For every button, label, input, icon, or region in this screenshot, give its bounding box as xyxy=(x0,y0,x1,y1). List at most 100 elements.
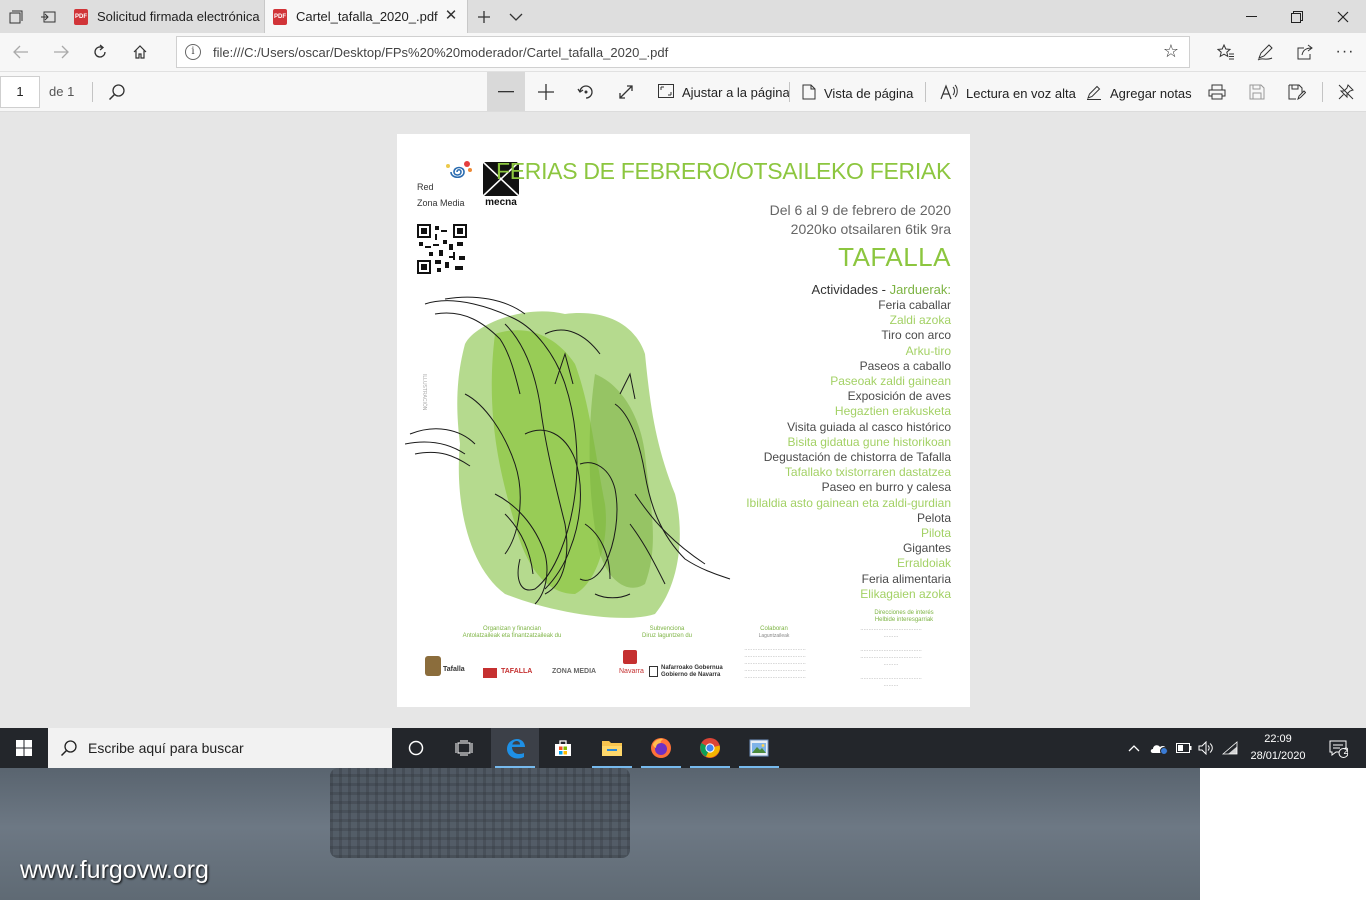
web-note-pen-icon[interactable] xyxy=(1250,37,1280,67)
search-icon xyxy=(60,740,77,757)
tab-cartel-pdf[interactable]: PDF Cartel_tafalla_2020_.pdf ✕ xyxy=(264,0,468,33)
taskbar-clock[interactable]: 22:09 28/01/2020 xyxy=(1240,731,1316,765)
page-view-button[interactable]: Vista de página xyxy=(802,84,913,103)
poster-footer: Organizan y financian Antolatzaileak eta… xyxy=(397,610,970,707)
home-icon[interactable] xyxy=(125,37,155,67)
onedrive-sync-icon[interactable] xyxy=(1148,728,1170,768)
rotate-icon[interactable] xyxy=(570,76,602,108)
file-explorer-icon[interactable] xyxy=(588,728,636,768)
firefox-icon[interactable] xyxy=(637,728,685,768)
edge-browser-icon[interactable] xyxy=(491,728,539,768)
url-text: file:///C:/Users/oscar/Desktop/FPs%20%20… xyxy=(213,45,669,60)
activity-item: Visita guiada al casco histórico xyxy=(787,419,951,434)
activity-item: Tiro con arco xyxy=(881,328,951,343)
new-tab-icon[interactable] xyxy=(468,0,500,33)
cortana-icon[interactable] xyxy=(392,728,440,768)
tab-manager-icon[interactable] xyxy=(0,0,32,33)
activity-item: Paseo en burro y calesa xyxy=(821,480,951,495)
page-number-input[interactable]: 1 xyxy=(0,76,40,108)
forward-arrow-icon[interactable] xyxy=(46,37,76,67)
url-field[interactable]: i file:///C:/Users/oscar/Desktop/FPs%20%… xyxy=(176,36,1190,68)
fullscreen-expand-icon[interactable] xyxy=(610,76,642,108)
page-view-label: Vista de página xyxy=(824,86,914,101)
footer-logo-gobierno-es: Gobierno de Navarra xyxy=(661,672,721,678)
pdf-toolbar: 1 de 1 Ajustar a la página Vista de pági… xyxy=(0,72,1366,112)
action-center-icon[interactable]: 2 xyxy=(1318,728,1358,768)
footer-logo-zona-media: ZONA MEDIA xyxy=(552,668,597,675)
share-icon[interactable] xyxy=(1290,37,1320,67)
footer-dir-lines: ····································· ···… xyxy=(860,627,922,689)
poster-title: FERIAS DE FEBRERO/OTSAILEKO FERIAK xyxy=(495,158,951,184)
page-view-icon xyxy=(802,84,816,103)
spiral-logo-icon xyxy=(446,161,472,179)
task-view-icon[interactable] xyxy=(440,728,488,768)
activity-item: Zaldi azoka xyxy=(889,313,951,328)
footer-logo-navarra: Navarra xyxy=(619,668,644,675)
fit-to-page-button[interactable]: Ajustar a la página xyxy=(658,84,790,101)
drain-grate-photo xyxy=(330,768,630,858)
refresh-icon[interactable] xyxy=(85,37,115,67)
volume-icon[interactable] xyxy=(1196,728,1216,768)
activity-item: Gigantes xyxy=(902,541,951,556)
tafalla-t-logo-icon xyxy=(483,668,497,678)
more-options-icon[interactable]: ··· xyxy=(1330,37,1360,67)
chrome-icon[interactable] xyxy=(686,728,734,768)
poster-city: TAFALLA xyxy=(838,242,951,272)
close-window-icon[interactable] xyxy=(1320,0,1366,33)
page-count-label: de 1 xyxy=(49,84,75,99)
back-arrow-icon[interactable] xyxy=(6,37,36,67)
activity-item: Arku-tiro xyxy=(905,343,951,358)
activities-heading: Actividades - Jarduerak: xyxy=(811,282,951,297)
save-as-icon[interactable] xyxy=(1281,76,1313,108)
favorites-icon[interactable] xyxy=(1211,37,1241,67)
wifi-icon[interactable] xyxy=(1220,728,1240,768)
tafalla-shield-icon xyxy=(425,656,441,676)
svg-text:ILLUSTRACIÓN: ILLUSTRACIÓN xyxy=(421,374,428,411)
tab-bar: PDF Solicitud firmada electrónica PDF Ca… xyxy=(0,0,1366,33)
activity-item: Erraldoiak xyxy=(896,556,951,571)
search-icon[interactable] xyxy=(101,76,133,108)
activity-item: Exposición de aves xyxy=(847,389,951,404)
activity-item: Hegaztien erakusketa xyxy=(834,404,951,419)
toolbar-divider xyxy=(789,82,790,102)
blank-area xyxy=(1200,768,1366,900)
set-aside-tabs-icon[interactable] xyxy=(32,0,64,33)
unpin-toolbar-icon[interactable] xyxy=(1330,76,1362,108)
add-favorite-star-icon[interactable]: ☆ xyxy=(1163,41,1179,62)
read-aloud-icon xyxy=(940,84,958,103)
tab-solicitud[interactable]: PDF Solicitud firmada electrónica xyxy=(66,0,264,33)
logo-red-text: Red xyxy=(417,182,434,192)
activity-item: Feria alimentaria xyxy=(861,571,951,586)
tab-title: Cartel_tafalla_2020_.pdf xyxy=(296,9,438,24)
show-hidden-icons-chevron-icon[interactable] xyxy=(1124,728,1144,768)
footer-dir-es: Direcciones de interés xyxy=(874,610,934,616)
poster-date-es: Del 6 al 9 de febrero de 2020 xyxy=(769,202,951,218)
red-zona-media-logo: Red Zona Media xyxy=(417,160,477,210)
minimize-icon[interactable] xyxy=(1228,0,1274,33)
clock-date: 28/01/2020 xyxy=(1250,750,1306,762)
footer-col-lines: ····································· ···… xyxy=(744,647,806,681)
activity-item: Feria caballar xyxy=(878,298,951,312)
print-icon[interactable] xyxy=(1201,76,1233,108)
microsoft-store-icon[interactable] xyxy=(539,728,587,768)
photo-viewer-icon[interactable] xyxy=(735,728,783,768)
poster-date-eu: 2020ko otsailaren 6tik 9ra xyxy=(790,221,951,237)
footer-col-es: Colaboran xyxy=(760,626,788,632)
taskbar-search-box[interactable]: Escribe aquí para buscar xyxy=(48,728,392,768)
close-tab-icon[interactable]: ✕ xyxy=(443,8,459,24)
qr-code-icon xyxy=(417,224,467,274)
tab-preview-chevron-icon[interactable] xyxy=(500,0,532,33)
add-notes-button[interactable]: Agregar notas xyxy=(1086,84,1192,103)
battery-icon[interactable] xyxy=(1174,728,1194,768)
toolbar-divider xyxy=(925,82,926,102)
pdf-file-icon: PDF xyxy=(74,8,88,25)
tab-title: Solicitud firmada electrónica xyxy=(97,9,260,24)
save-icon[interactable] xyxy=(1241,76,1273,108)
site-info-icon[interactable]: i xyxy=(185,44,201,60)
read-aloud-button[interactable]: Lectura en voz alta xyxy=(940,84,1076,103)
zoom-out-icon[interactable] xyxy=(487,72,525,111)
zoom-in-icon[interactable] xyxy=(530,76,562,108)
restore-icon[interactable] xyxy=(1274,0,1320,33)
search-placeholder: Escribe aquí para buscar xyxy=(88,740,244,756)
windows-start-icon[interactable] xyxy=(0,728,48,768)
